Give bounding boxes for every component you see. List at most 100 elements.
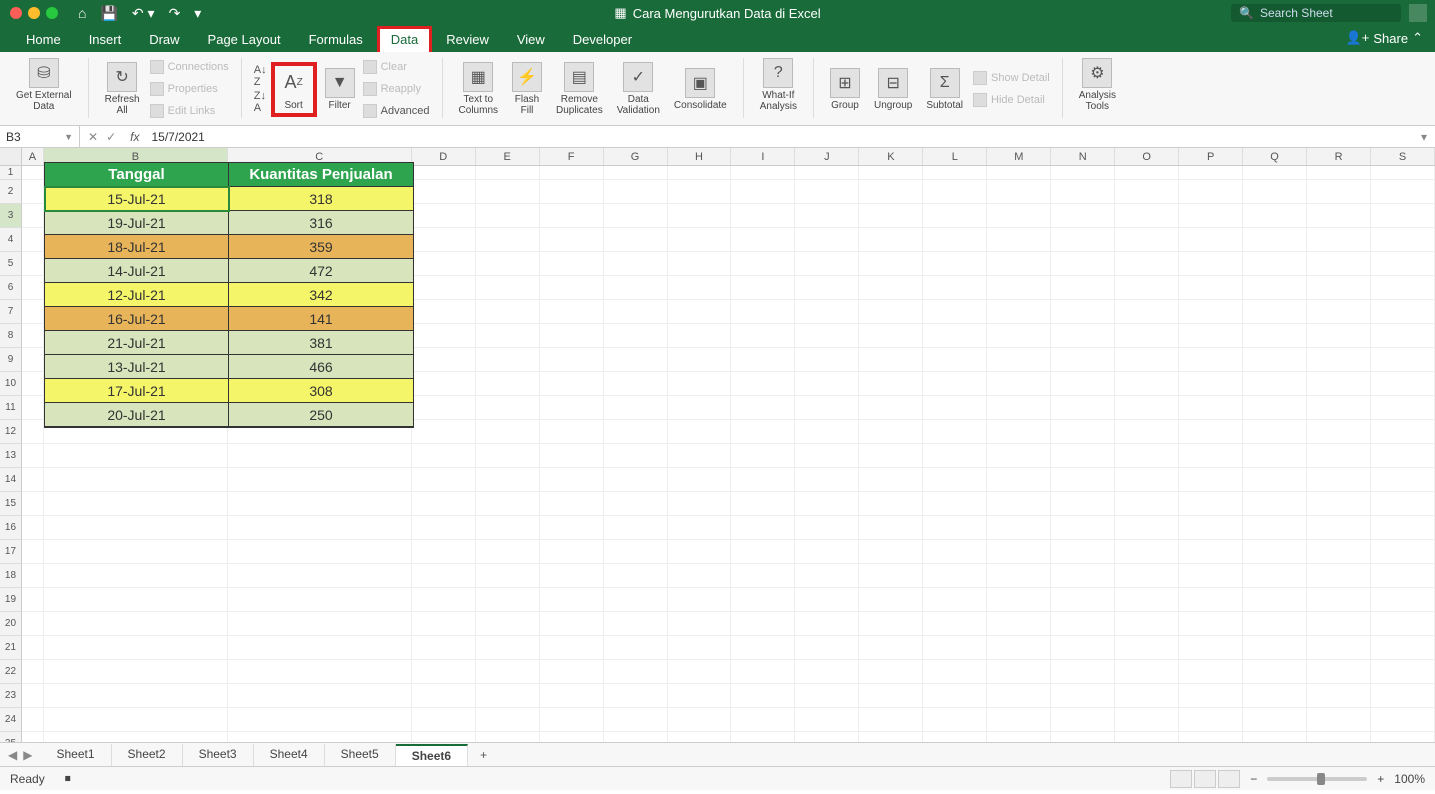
col-header[interactable]: K [859, 148, 923, 165]
cell[interactable] [923, 468, 987, 492]
cell[interactable] [1051, 396, 1115, 420]
cell-kuantitas[interactable]: 466 [229, 355, 413, 379]
col-header[interactable]: J [795, 148, 859, 165]
cell[interactable] [412, 684, 476, 708]
cell[interactable] [668, 492, 732, 516]
cell[interactable] [22, 588, 44, 612]
cell[interactable] [604, 732, 668, 742]
cell-tanggal[interactable]: 20-Jul-21 [45, 403, 229, 427]
row-header[interactable]: 5 [0, 252, 22, 276]
cell[interactable] [859, 708, 923, 732]
sheet-tab[interactable]: Sheet6 [396, 744, 468, 766]
what-if-button[interactable]: ?What-If Analysis [756, 56, 801, 114]
sheet-tab[interactable]: Sheet5 [325, 744, 396, 766]
zoom-in-button[interactable]: + [1377, 772, 1384, 786]
cell[interactable] [412, 660, 476, 684]
cell-tanggal[interactable]: 17-Jul-21 [45, 379, 229, 403]
cell[interactable] [228, 564, 412, 588]
sort-asc-button[interactable]: A↓Z [254, 66, 267, 86]
cell[interactable] [1115, 516, 1179, 540]
cell[interactable] [859, 564, 923, 588]
cell[interactable] [228, 708, 412, 732]
cell[interactable] [1243, 444, 1307, 468]
cell[interactable] [540, 300, 604, 324]
add-sheet-button[interactable]: + [468, 748, 499, 762]
cell[interactable] [1179, 708, 1243, 732]
tab-view[interactable]: View [503, 27, 559, 52]
cell[interactable] [731, 324, 795, 348]
cell[interactable] [1179, 588, 1243, 612]
cell[interactable] [1307, 516, 1371, 540]
cell[interactable] [1307, 612, 1371, 636]
cell[interactable] [1307, 396, 1371, 420]
cell[interactable] [44, 540, 228, 564]
show-detail-button[interactable]: Show Detail [973, 68, 1050, 88]
cell[interactable] [668, 660, 732, 684]
cell[interactable] [604, 228, 668, 252]
cell[interactable] [1243, 684, 1307, 708]
cell[interactable] [476, 276, 540, 300]
cell[interactable] [604, 324, 668, 348]
cell[interactable] [44, 588, 228, 612]
cell[interactable] [1307, 276, 1371, 300]
cell[interactable] [22, 228, 44, 252]
redo-icon[interactable]: ↷ [169, 5, 181, 22]
cell[interactable] [412, 588, 476, 612]
cell[interactable] [1243, 540, 1307, 564]
cell[interactable] [859, 612, 923, 636]
cell[interactable] [412, 732, 476, 742]
cell[interactable] [1115, 324, 1179, 348]
cell[interactable] [540, 588, 604, 612]
cell[interactable] [923, 732, 987, 742]
cell[interactable] [1179, 564, 1243, 588]
filter-button[interactable]: ▼Filter [321, 66, 359, 113]
cell[interactable] [1371, 660, 1435, 684]
select-all-corner[interactable] [0, 148, 22, 165]
cell[interactable] [1371, 276, 1435, 300]
cell[interactable] [987, 444, 1051, 468]
cell[interactable] [476, 660, 540, 684]
cell[interactable] [923, 324, 987, 348]
cell[interactable] [1115, 180, 1179, 204]
cell[interactable] [228, 516, 412, 540]
sheet-tab[interactable]: Sheet1 [40, 744, 111, 766]
row-header[interactable]: 7 [0, 300, 22, 324]
cell[interactable] [1307, 684, 1371, 708]
col-header[interactable]: A [22, 148, 44, 165]
cell[interactable] [1051, 636, 1115, 660]
cell[interactable] [1051, 468, 1115, 492]
cell[interactable] [795, 564, 859, 588]
row-header[interactable]: 19 [0, 588, 22, 612]
undo-icon[interactable]: ↶ ▾ [132, 5, 155, 22]
cell[interactable] [1051, 372, 1115, 396]
cell[interactable] [1179, 420, 1243, 444]
cell-kuantitas[interactable]: 342 [229, 283, 413, 307]
cell[interactable] [987, 708, 1051, 732]
cell[interactable] [22, 612, 44, 636]
cell[interactable] [44, 444, 228, 468]
cell[interactable] [540, 444, 604, 468]
cell[interactable] [923, 276, 987, 300]
cell[interactable] [795, 372, 859, 396]
row-header[interactable]: 14 [0, 468, 22, 492]
cell[interactable] [795, 660, 859, 684]
cell[interactable] [476, 468, 540, 492]
sheet-tab[interactable]: Sheet3 [183, 744, 254, 766]
page-break-view-button[interactable] [1218, 770, 1240, 788]
row-header[interactable]: 13 [0, 444, 22, 468]
data-validation-button[interactable]: ✓Data Validation [613, 60, 664, 118]
cell[interactable] [1179, 252, 1243, 276]
cell[interactable] [795, 588, 859, 612]
cell[interactable] [22, 276, 44, 300]
cell[interactable] [228, 492, 412, 516]
cell[interactable] [476, 252, 540, 276]
cell[interactable] [1243, 732, 1307, 742]
cell[interactable] [1371, 348, 1435, 372]
cell[interactable] [604, 300, 668, 324]
cell[interactable] [44, 636, 228, 660]
col-header[interactable]: O [1115, 148, 1179, 165]
cell[interactable] [731, 516, 795, 540]
cell[interactable] [476, 636, 540, 660]
cell[interactable] [1051, 252, 1115, 276]
cell[interactable] [476, 396, 540, 420]
